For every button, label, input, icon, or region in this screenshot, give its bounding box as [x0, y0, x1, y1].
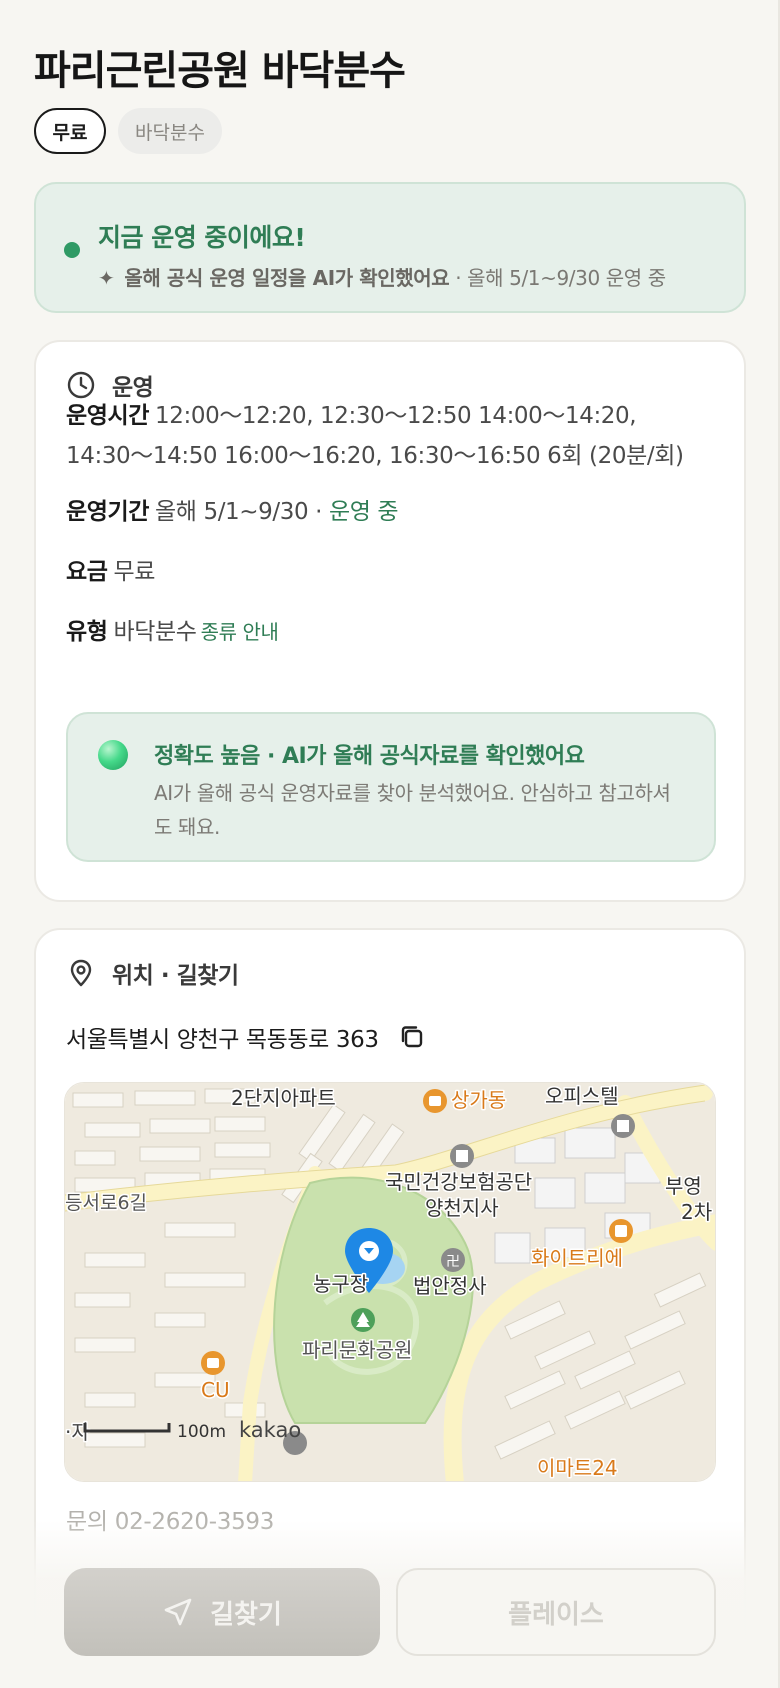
sparkle-icon: ✦	[98, 266, 115, 290]
type-guide-link[interactable]: 종류 안내	[201, 620, 279, 644]
status-title: 지금 운영 중이에요!	[98, 223, 306, 252]
copy-icon[interactable]	[397, 1022, 427, 1052]
hours-value-2: 14:30～14:50 16:00～16:20, 16:30～16:50 6회 …	[66, 443, 684, 469]
type-label: 유형	[66, 619, 108, 645]
period-value: 올해 5/1~9/30 ·	[155, 499, 329, 525]
svg-text:양천지사: 양천지사	[425, 1196, 499, 1220]
location-pin-icon	[70, 959, 92, 987]
place-button[interactable]: 플레이스	[396, 1568, 716, 1656]
accuracy-description: AI가 올해 공식 운영자료를 찾아 분석했어요. 안심하고 참고하셔도 돼요.	[154, 781, 671, 839]
svg-text:2차: 2차	[681, 1200, 712, 1224]
address-row: 서울특별시 양천구 목동동로 363	[66, 1020, 427, 1054]
page-title: 파리근린공원 바닥분수	[34, 48, 406, 94]
svg-text:법안정사: 법안정사	[413, 1274, 487, 1298]
type-row: 유형 바닥분수 종류 안내	[66, 612, 726, 652]
svg-text:상가동: 상가동	[451, 1088, 506, 1112]
location-map[interactable]: 卍 2단지아파트 상가동 오피스텔 국민건강보험공단 양천지사 등서로6길 부영…	[64, 1082, 716, 1482]
hours-label: 운영시간	[66, 403, 150, 429]
svg-text:卍: 卍	[446, 1254, 460, 1270]
svg-text:오피스텔: 오피스텔	[545, 1084, 619, 1108]
svg-text:등서로6길: 등서로6길	[65, 1192, 147, 1214]
fee-row: 요금 무료	[66, 552, 726, 592]
svg-text:화이트리에: 화이트리에	[531, 1246, 623, 1270]
operation-card: 운영 운영시간 12:00～12:20, 12:30～12:50 14:00～14…	[34, 340, 746, 902]
svg-text:국민건강보험공단: 국민건강보험공단	[385, 1170, 532, 1194]
type-value: 바닥분수	[113, 619, 197, 645]
svg-text:2단지아파트: 2단지아파트	[231, 1086, 336, 1110]
directions-label: 길찾기	[210, 1599, 282, 1630]
status-dot	[64, 242, 80, 258]
fountain-type-chip[interactable]: 바닥분수	[118, 108, 222, 154]
free-chip[interactable]: 무료	[34, 108, 106, 154]
location-label: 위치 · 길찾기	[112, 963, 239, 989]
svg-text:파리문화공원: 파리문화공원	[302, 1338, 412, 1362]
svg-text:100m: 100m	[177, 1422, 226, 1442]
hours-row: 운영시간 12:00～12:20, 12:30～12:50 14:00～14:20…	[66, 396, 726, 476]
svg-text:이마트24: 이마트24	[537, 1456, 618, 1480]
navigation-arrow-icon	[164, 1598, 192, 1626]
svg-text:kakao: kakao	[239, 1418, 301, 1442]
operating-status-card: 지금 운영 중이에요! ✦ 올해 공식 운영 일정을 AI가 확인했어요 · 올해…	[34, 182, 746, 313]
fee-label: 요금	[66, 559, 108, 585]
svg-text:CU: CU	[201, 1378, 230, 1402]
directions-button[interactable]: 길찾기	[64, 1568, 380, 1656]
period-note: · 올해 5/1~9/30 운영 중	[449, 266, 666, 290]
svg-text:농구장: 농구장	[313, 1272, 368, 1296]
place-detail-page: 파리근린공원 바닥분수 무료 바닥분수 지금 운영 중이에요! ✦ 올해 공식 운…	[0, 0, 780, 1688]
fee-value: 무료	[113, 559, 156, 585]
accuracy-box: 정확도 높음 · AI가 올해 공식자료를 확인했어요 AI가 올해 공식 운영…	[66, 712, 716, 862]
address-text: 서울특별시 양천구 목동동로 363	[66, 1027, 379, 1053]
svg-text:부영: 부영	[665, 1174, 702, 1198]
accuracy-title: 정확도 높음 · AI가 올해 공식자료를 확인했어요	[154, 744, 585, 769]
status-ai-note: ✦ 올해 공식 운영 일정을 AI가 확인했어요 · 올해 5/1~9/30 운영…	[98, 262, 666, 291]
ai-orb-icon	[98, 740, 128, 770]
period-status: 운영 중	[328, 499, 399, 525]
location-header: 위치 · 길찾기	[66, 956, 239, 990]
map-canvas: 卍 2단지아파트 상가동 오피스텔 국민건강보험공단 양천지사 등서로6길 부영…	[65, 1083, 715, 1481]
period-row: 운영기간 올해 5/1~9/30 · 운영 중	[66, 492, 726, 532]
period-label: 운영기간	[66, 499, 150, 525]
ai-confirm-text: 올해 공식 운영 일정을 AI가 확인했어요	[124, 266, 450, 290]
hours-value-1: 12:00～12:20, 12:30～12:50 14:00～14:20,	[155, 403, 637, 429]
